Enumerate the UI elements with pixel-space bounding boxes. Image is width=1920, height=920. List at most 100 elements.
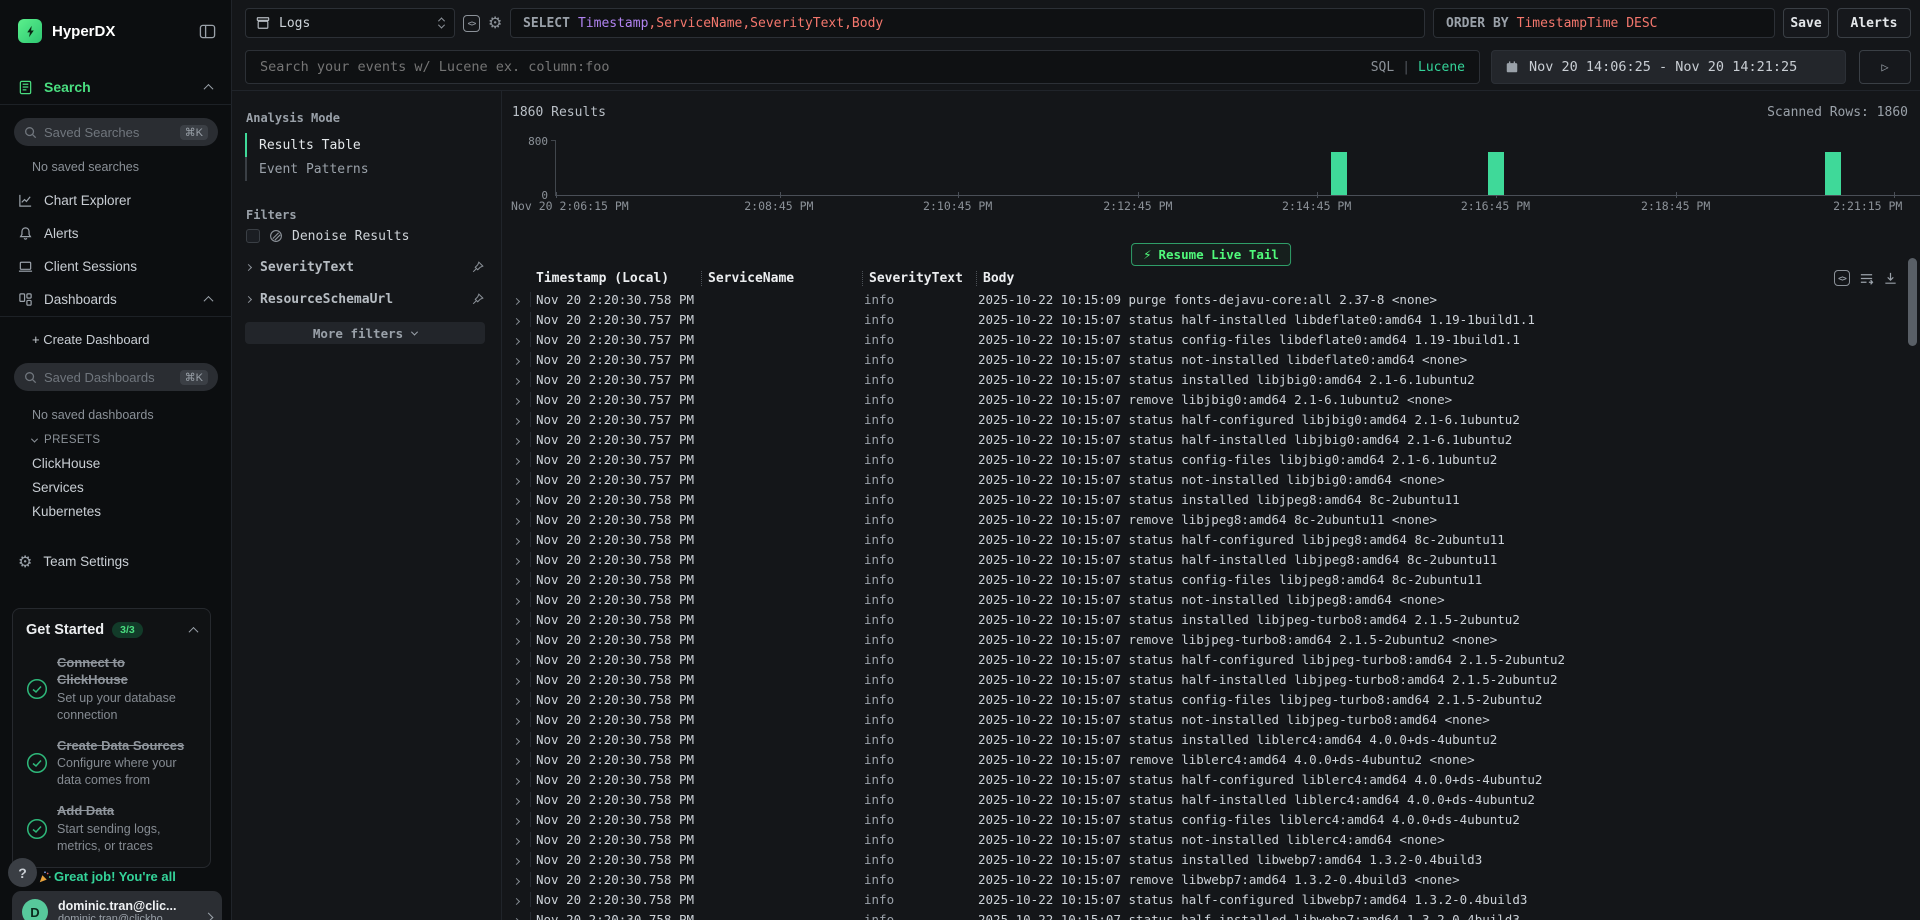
row-expand-chevron[interactable] — [512, 792, 530, 807]
table-row[interactable]: Nov 20 2:20:30.758 PM info 2025-10-22 10… — [502, 289, 1920, 309]
raw-view-icon[interactable]: <> — [1834, 270, 1850, 286]
row-expand-chevron[interactable] — [512, 452, 530, 467]
sidebar-collapse-icon[interactable] — [199, 23, 216, 40]
row-expand-chevron[interactable] — [512, 712, 530, 727]
table-row[interactable]: Nov 20 2:20:30.757 PM info 2025-10-22 10… — [502, 449, 1920, 469]
row-expand-chevron[interactable] — [512, 852, 530, 867]
create-dashboard-button[interactable]: + Create Dashboard — [0, 327, 232, 351]
row-expand-chevron[interactable] — [512, 692, 530, 707]
table-row[interactable]: Nov 20 2:20:30.758 PM info 2025-10-22 10… — [502, 629, 1920, 649]
row-expand-chevron[interactable] — [512, 752, 530, 767]
chevron-up-icon[interactable] — [189, 626, 199, 636]
row-expand-chevron[interactable] — [512, 832, 530, 847]
row-expand-chevron[interactable] — [512, 612, 530, 627]
resume-live-tail-button[interactable]: ⚡ Resume Live Tail — [1131, 243, 1291, 266]
preset-item[interactable]: Services — [0, 475, 232, 499]
row-expand-chevron[interactable] — [512, 672, 530, 687]
table-row[interactable]: Nov 20 2:20:30.758 PM info 2025-10-22 10… — [502, 829, 1920, 849]
table-row[interactable]: Nov 20 2:20:30.757 PM info 2025-10-22 10… — [502, 369, 1920, 389]
table-row[interactable]: Nov 20 2:20:30.757 PM info 2025-10-22 10… — [502, 389, 1920, 409]
event-search-field[interactable] — [260, 59, 1371, 75]
table-row[interactable]: Nov 20 2:20:30.758 PM info 2025-10-22 10… — [502, 589, 1920, 609]
table-row[interactable]: Nov 20 2:20:30.758 PM info 2025-10-22 10… — [502, 669, 1920, 689]
row-expand-chevron[interactable] — [512, 772, 530, 787]
col-timestamp[interactable]: Timestamp (Local) — [530, 271, 701, 286]
saved-searches-field[interactable] — [44, 125, 173, 140]
preset-item[interactable]: ClickHouse — [0, 451, 232, 475]
table-row[interactable]: Nov 20 2:20:30.758 PM info 2025-10-22 10… — [502, 549, 1920, 569]
chevron-up-icon[interactable] — [204, 295, 214, 305]
checkbox[interactable] — [246, 229, 260, 243]
table-row[interactable]: Nov 20 2:20:30.757 PM info 2025-10-22 10… — [502, 329, 1920, 349]
source-select[interactable]: Logs — [245, 8, 455, 38]
sidebar-item-team-settings[interactable]: ⚙ Team Settings — [0, 547, 232, 575]
more-filters-button[interactable]: More filters — [245, 322, 485, 344]
row-expand-chevron[interactable] — [512, 392, 530, 407]
table-row[interactable]: Nov 20 2:20:30.758 PM info 2025-10-22 10… — [502, 489, 1920, 509]
table-row[interactable]: Nov 20 2:20:30.758 PM info 2025-10-22 10… — [502, 609, 1920, 629]
row-expand-chevron[interactable] — [512, 732, 530, 747]
row-expand-chevron[interactable] — [512, 372, 530, 387]
table-row[interactable]: Nov 20 2:20:30.758 PM info 2025-10-22 10… — [502, 909, 1920, 920]
sidebar-item-chart-explorer[interactable]: Chart Explorer — [0, 186, 232, 214]
mode-results-table[interactable]: Results Table — [245, 133, 501, 157]
col-servicename[interactable]: ServiceName — [701, 271, 862, 286]
table-row[interactable]: Nov 20 2:20:30.758 PM info 2025-10-22 10… — [502, 729, 1920, 749]
table-row[interactable]: Nov 20 2:20:30.758 PM info 2025-10-22 10… — [502, 849, 1920, 869]
row-expand-chevron[interactable] — [512, 632, 530, 647]
sidebar-item-search[interactable]: Search — [0, 73, 232, 101]
histogram-bar[interactable] — [1488, 152, 1504, 195]
row-expand-chevron[interactable] — [512, 652, 530, 667]
sidebar-item-dashboards[interactable]: Dashboards — [0, 285, 232, 313]
get-started-item[interactable]: Connect to ClickHouse Set up your databa… — [26, 655, 197, 724]
code-view-button[interactable]: <> — [463, 15, 480, 32]
table-row[interactable]: Nov 20 2:20:30.758 PM info 2025-10-22 10… — [502, 509, 1920, 529]
table-row[interactable]: Nov 20 2:20:30.758 PM info 2025-10-22 10… — [502, 569, 1920, 589]
row-expand-chevron[interactable] — [512, 572, 530, 587]
filter-group[interactable]: SeverityText — [232, 251, 501, 283]
preset-item[interactable]: Kubernetes — [0, 499, 232, 523]
user-profile[interactable]: D dominic.tran@clic... dominic.tran@clic… — [12, 891, 222, 920]
col-severitytext[interactable]: SeverityText — [862, 271, 976, 286]
lang-lucene[interactable]: Lucene — [1418, 60, 1465, 75]
row-expand-chevron[interactable] — [512, 412, 530, 427]
table-row[interactable]: Nov 20 2:20:30.758 PM info 2025-10-22 10… — [502, 809, 1920, 829]
help-button[interactable]: ? — [8, 858, 37, 887]
chevron-up-icon[interactable] — [204, 83, 214, 93]
sidebar-item-client-sessions[interactable]: Client Sessions — [0, 252, 232, 280]
table-row[interactable]: Nov 20 2:20:30.757 PM info 2025-10-22 10… — [502, 409, 1920, 429]
sidebar-item-alerts[interactable]: Alerts — [0, 219, 232, 247]
get-started-item[interactable]: Add Data Start sending logs, metrics, or… — [26, 803, 197, 855]
table-row[interactable]: Nov 20 2:20:30.758 PM info 2025-10-22 10… — [502, 889, 1920, 909]
table-row[interactable]: Nov 20 2:20:30.758 PM info 2025-10-22 10… — [502, 869, 1920, 889]
select-clause-input[interactable]: SELECTTimestamp,ServiceName,SeverityText… — [510, 8, 1425, 38]
row-expand-chevron[interactable] — [512, 892, 530, 907]
denoise-results-toggle[interactable]: Denoise Results — [246, 226, 409, 246]
lang-sql[interactable]: SQL — [1371, 60, 1394, 75]
table-row[interactable]: Nov 20 2:20:30.758 PM info 2025-10-22 10… — [502, 689, 1920, 709]
table-row[interactable]: Nov 20 2:20:30.757 PM info 2025-10-22 10… — [502, 429, 1920, 449]
table-row[interactable]: Nov 20 2:20:30.757 PM info 2025-10-22 10… — [502, 309, 1920, 329]
get-started-item[interactable]: Create Data Sources Configure where your… — [26, 738, 197, 790]
row-expand-chevron[interactable] — [512, 352, 530, 367]
event-search-input[interactable]: SQL | Lucene — [245, 50, 1480, 84]
table-row[interactable]: Nov 20 2:20:30.758 PM info 2025-10-22 10… — [502, 709, 1920, 729]
saved-searches-input[interactable]: ⌘K — [14, 118, 218, 146]
date-range-picker[interactable]: Nov 20 14:06:25 - Nov 20 14:21:25 — [1491, 50, 1846, 84]
presets-header[interactable]: PRESETS — [0, 431, 232, 449]
row-expand-chevron[interactable] — [512, 472, 530, 487]
row-expand-chevron[interactable] — [512, 312, 530, 327]
row-expand-chevron[interactable] — [512, 532, 530, 547]
histogram-bar[interactable] — [1331, 152, 1347, 195]
row-expand-chevron[interactable] — [512, 492, 530, 507]
row-expand-chevron[interactable] — [512, 292, 530, 307]
table-row[interactable]: Nov 20 2:20:30.758 PM info 2025-10-22 10… — [502, 749, 1920, 769]
row-expand-chevron[interactable] — [512, 512, 530, 527]
mode-event-patterns[interactable]: Event Patterns — [245, 157, 501, 181]
saved-dashboards-field[interactable] — [44, 370, 173, 385]
query-language-toggle[interactable]: SQL | Lucene — [1371, 51, 1465, 83]
row-expand-chevron[interactable] — [512, 592, 530, 607]
events-histogram[interactable] — [555, 140, 1920, 196]
table-row[interactable]: Nov 20 2:20:30.758 PM info 2025-10-22 10… — [502, 769, 1920, 789]
table-row[interactable]: Nov 20 2:20:30.757 PM info 2025-10-22 10… — [502, 469, 1920, 489]
